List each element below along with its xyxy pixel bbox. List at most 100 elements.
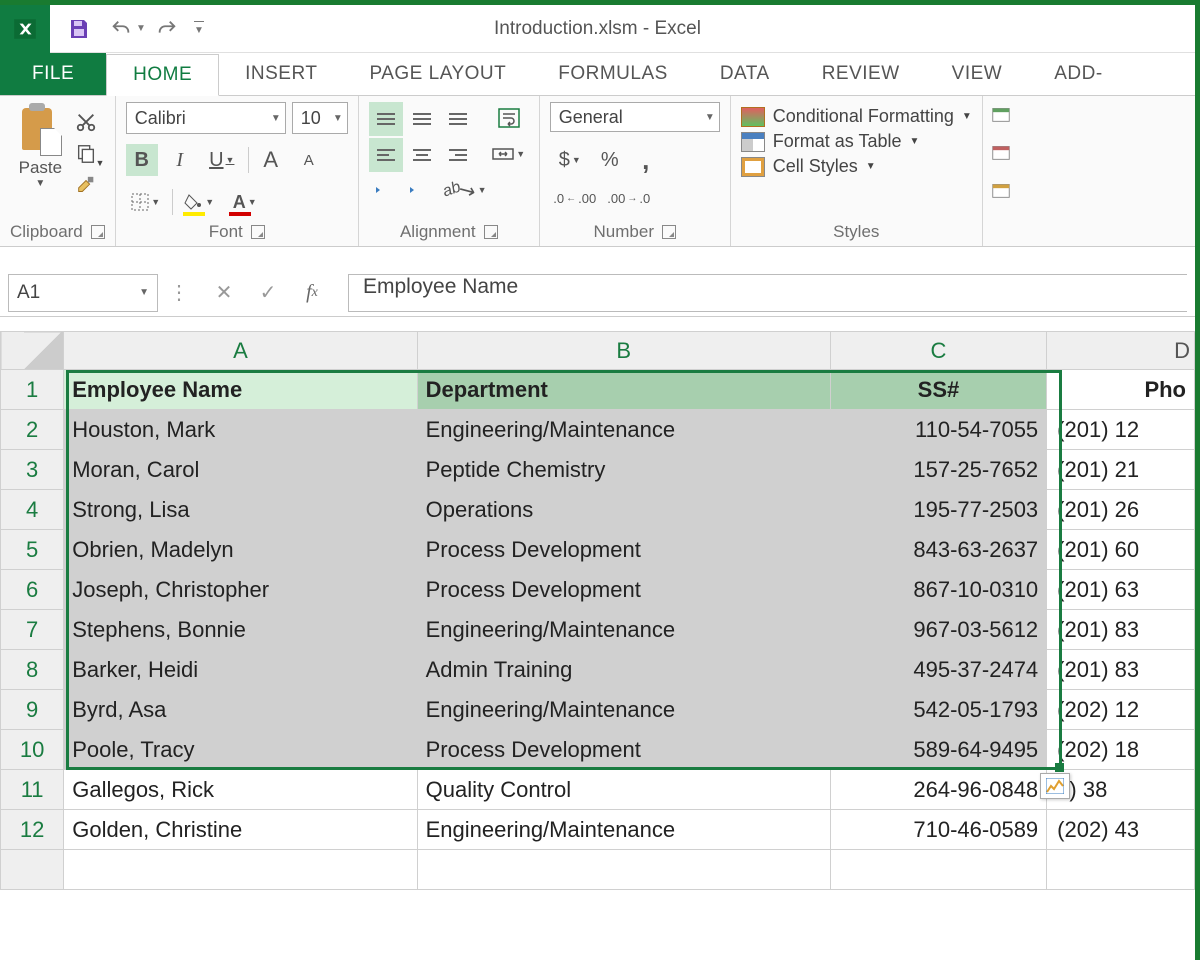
row-header[interactable]: 10 <box>1 730 64 770</box>
cell[interactable]: (201) 12 <box>1047 410 1195 450</box>
redo-button[interactable] <box>146 9 188 49</box>
cell[interactable]: Process Development <box>417 530 830 570</box>
cell[interactable]: Houston, Mark <box>64 410 417 450</box>
align-center-button[interactable] <box>405 138 439 172</box>
cell[interactable]: 495-37-2474 <box>830 650 1046 690</box>
tab-addins[interactable]: ADD- <box>1028 53 1128 95</box>
increase-indent-button[interactable] <box>403 174 435 206</box>
enter-formula-button[interactable]: ✓ <box>246 274 290 312</box>
cell[interactable]: (201) 26 <box>1047 490 1195 530</box>
increase-decimal-button[interactable]: .0←.00 <box>550 182 600 214</box>
tab-data[interactable]: DATA <box>694 53 796 95</box>
align-right-button[interactable] <box>441 138 475 172</box>
cell[interactable]: Byrd, Asa <box>64 690 417 730</box>
cell[interactable]: 967-03-5612 <box>830 610 1046 650</box>
cell[interactable]: Engineering/Maintenance <box>417 690 830 730</box>
alignment-dialog-launcher[interactable] <box>484 225 498 239</box>
cell[interactable]: Engineering/Maintenance <box>417 610 830 650</box>
cell[interactable]: Stephens, Bonnie <box>64 610 417 650</box>
align-middle-button[interactable] <box>405 102 439 136</box>
row-header[interactable]: 7 <box>1 610 64 650</box>
formula-input[interactable]: Employee Name <box>348 274 1187 312</box>
cell[interactable]: 867-10-0310 <box>830 570 1046 610</box>
clipboard-dialog-launcher[interactable] <box>91 225 105 239</box>
worksheet-grid[interactable]: A B C D 1 Employee Name Department SS# P… <box>0 331 1195 890</box>
name-box[interactable]: A1▼ <box>8 274 158 312</box>
merge-center-button[interactable]: ▼ <box>489 138 529 170</box>
cell[interactable]: Obrien, Madelyn <box>64 530 417 570</box>
align-top-button[interactable] <box>369 102 403 136</box>
comma-style-button[interactable]: , <box>630 144 662 176</box>
col-header-C[interactable]: C <box>830 332 1046 370</box>
number-dialog-launcher[interactable] <box>662 225 676 239</box>
underline-button[interactable]: U▼ <box>202 144 242 176</box>
tab-home[interactable]: HOME <box>106 54 219 96</box>
row-header[interactable]: 8 <box>1 650 64 690</box>
row-header[interactable]: 3 <box>1 450 64 490</box>
decrease-indent-button[interactable] <box>369 174 401 206</box>
cell[interactable]: 264-96-0848 <box>830 770 1046 810</box>
number-format-combo[interactable]: General▼ <box>550 102 720 132</box>
select-all-corner[interactable] <box>1 332 64 370</box>
cell[interactable]: 589-64-9495 <box>830 730 1046 770</box>
cell[interactable]: Peptide Chemistry <box>417 450 830 490</box>
cell[interactable]: Poole, Tracy <box>64 730 417 770</box>
grow-font-button[interactable]: A <box>255 144 287 176</box>
cell[interactable]: (202) 18 <box>1047 730 1195 770</box>
fill-color-button[interactable]: ▼ <box>179 186 219 218</box>
cell[interactable]: 843-63-2637 <box>830 530 1046 570</box>
cell[interactable]: (202) 12 <box>1047 690 1195 730</box>
cell[interactable]: Engineering/Maintenance <box>417 810 830 850</box>
cell[interactable]: Process Development <box>417 730 830 770</box>
row-header[interactable]: 6 <box>1 570 64 610</box>
undo-dropdown[interactable]: ▼ <box>136 23 146 34</box>
copy-button[interactable]: ▼ <box>72 142 100 166</box>
cell[interactable]: (201) 21 <box>1047 450 1195 490</box>
format-painter-button[interactable] <box>72 174 100 198</box>
row-header-1[interactable]: 1 <box>1 370 64 410</box>
insert-cells-icon[interactable] <box>987 102 1015 126</box>
cell[interactable]: (202) 43 <box>1047 810 1195 850</box>
cell[interactable]: Strong, Lisa <box>64 490 417 530</box>
cell[interactable]: Engineering/Maintenance <box>417 410 830 450</box>
borders-button[interactable]: ▼ <box>126 186 166 218</box>
tab-view[interactable]: VIEW <box>926 53 1029 95</box>
orientation-button[interactable]: ab ↗▼ <box>445 174 485 206</box>
cell[interactable]: 157-25-7652 <box>830 450 1046 490</box>
row-header[interactable]: 5 <box>1 530 64 570</box>
bold-button[interactable]: B <box>126 144 158 176</box>
cell[interactable]: Operations <box>417 490 830 530</box>
cell[interactable]: Joseph, Christopher <box>64 570 417 610</box>
tab-page-layout[interactable]: PAGE LAYOUT <box>343 53 532 95</box>
cell-D1[interactable]: Pho <box>1047 370 1195 410</box>
paste-button[interactable]: Paste ▼ <box>14 102 66 189</box>
delete-cells-icon[interactable] <box>987 140 1015 164</box>
cell-B1[interactable]: Department <box>417 370 830 410</box>
cancel-formula-button[interactable]: ✕ <box>202 274 246 312</box>
cell[interactable]: 710-46-0589 <box>830 810 1046 850</box>
cell[interactable]: 542-05-1793 <box>830 690 1046 730</box>
cell[interactable]: (201) 83 <box>1047 650 1195 690</box>
col-header-B[interactable]: B <box>417 332 830 370</box>
format-as-table-button[interactable]: Format as Table▼ <box>741 131 972 152</box>
cell-A1[interactable]: Employee Name <box>64 370 417 410</box>
cell[interactable]: 110-54-7055 <box>830 410 1046 450</box>
font-size-combo[interactable]: 10▼ <box>292 102 348 134</box>
cell[interactable]: Admin Training <box>417 650 830 690</box>
cell-styles-button[interactable]: Cell Styles▼ <box>741 156 972 177</box>
align-left-button[interactable] <box>369 138 403 172</box>
conditional-formatting-button[interactable]: Conditional Formatting▼ <box>741 106 972 127</box>
tab-file[interactable]: FILE <box>0 53 106 95</box>
align-bottom-button[interactable] <box>441 102 475 136</box>
save-button[interactable] <box>58 9 100 49</box>
quick-analysis-button[interactable] <box>1040 773 1070 799</box>
row-header[interactable]: 9 <box>1 690 64 730</box>
row-header[interactable]: 11 <box>1 770 64 810</box>
col-header-A[interactable]: A <box>64 332 417 370</box>
tab-insert[interactable]: INSERT <box>219 53 343 95</box>
format-cells-icon[interactable] <box>987 178 1015 202</box>
wrap-text-button[interactable] <box>489 102 529 134</box>
percent-button[interactable]: % <box>594 144 626 176</box>
cell[interactable]: (201) 60 <box>1047 530 1195 570</box>
tab-review[interactable]: REVIEW <box>796 53 926 95</box>
